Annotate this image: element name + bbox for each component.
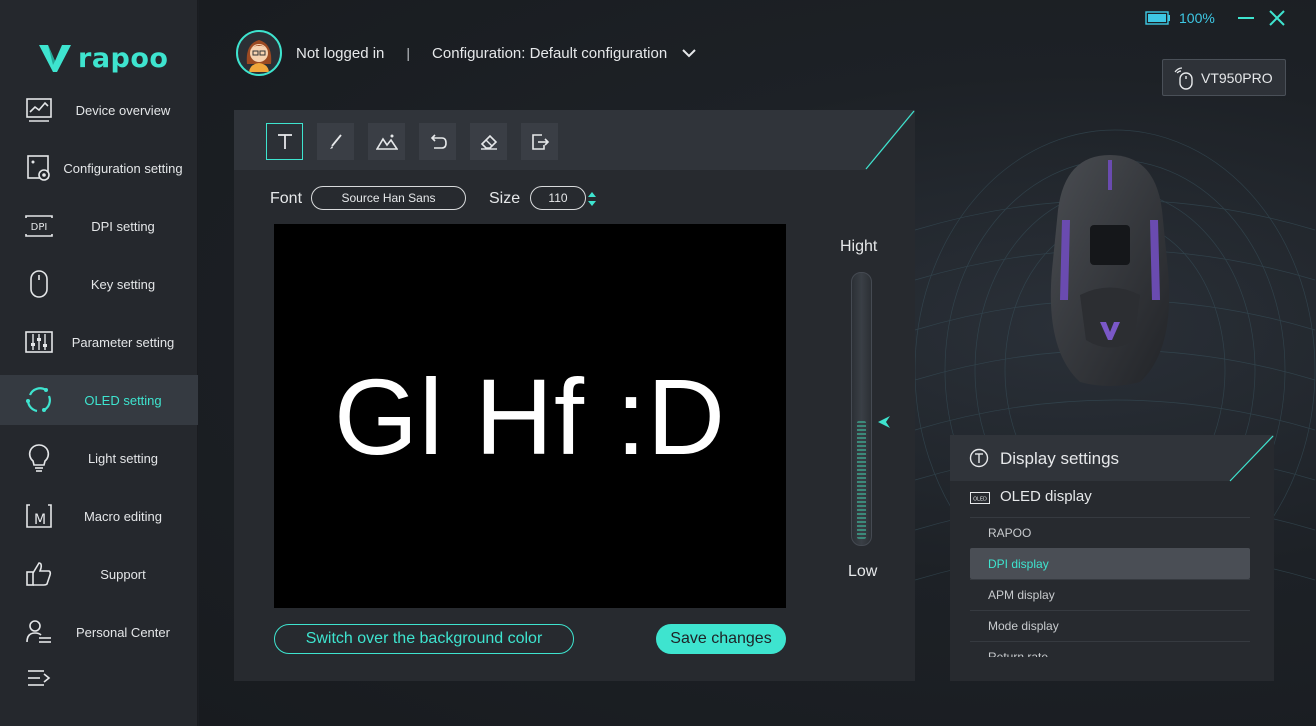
display-mode-list: RAPOO DPI display APM display Mode displ… (970, 517, 1250, 657)
display-settings-panel: Display settings OLED OLED display RAPOO… (950, 435, 1274, 681)
oled-badge-icon: OLED (970, 491, 990, 504)
brush-tool-button[interactable] (317, 123, 354, 160)
battery-percent: 100% (1179, 10, 1215, 26)
export-button[interactable] (521, 123, 558, 160)
sidebar-item-configuration[interactable]: Configuration setting (0, 143, 198, 193)
list-item-return-rate[interactable]: Return rate (970, 641, 1250, 657)
slider-handle-icon[interactable] (877, 415, 891, 429)
login-status[interactable]: Not logged in (296, 45, 384, 62)
sidebar-item-label: Macro editing (83, 508, 163, 524)
sidebar-item-parameter[interactable]: Parameter setting (0, 317, 198, 367)
font-select[interactable]: Source Han Sans (311, 186, 466, 210)
menu-collapse-icon[interactable] (26, 666, 52, 692)
sidebar-item-macro[interactable]: M Macro editing (0, 491, 198, 541)
display-settings-title: Display settings (1000, 449, 1120, 468)
chevron-down-icon[interactable] (681, 45, 697, 61)
eraser-icon (480, 134, 497, 150)
avatar-girl-icon (246, 40, 272, 72)
mouse-icon (24, 269, 54, 299)
switch-background-button[interactable]: Switch over the background color (274, 624, 574, 654)
svg-text:M: M (34, 512, 46, 528)
eraser-button[interactable] (470, 123, 507, 160)
separator: | (406, 45, 411, 61)
sidebar-item-label: Device overview (75, 102, 171, 118)
sidebar-item-support[interactable]: Support (0, 549, 198, 599)
oled-editor-panel: Font Source Han Sans Size 110 Gl Hf :D H… (234, 110, 915, 681)
brightness-slider[interactable] (851, 272, 872, 546)
sidebar-item-oled[interactable]: OLED setting (0, 375, 198, 425)
rapoo-v-icon (39, 45, 71, 72)
dpi-icon: DPI (24, 211, 54, 241)
image-tool-button[interactable] (368, 123, 405, 160)
sidebar-item-label: Light setting (87, 450, 159, 466)
configuration-selector[interactable]: Configuration: Default configuration (432, 45, 667, 62)
sidebar-item-label: Personal Center (76, 624, 170, 640)
font-label: Font (270, 190, 303, 207)
brightness-slider-fill (857, 421, 866, 539)
undo-button[interactable] (419, 123, 456, 160)
user-bar: Not logged in | Configuration: Default c… (236, 30, 697, 76)
sidebar-item-label: Parameter setting (71, 334, 175, 350)
bulb-icon (24, 443, 54, 473)
mouse-device-image (1050, 155, 1170, 386)
close-icon[interactable] (1267, 8, 1287, 28)
undo-icon (430, 133, 447, 149)
size-stepper-icon[interactable] (586, 190, 598, 208)
export-icon (531, 133, 549, 150)
device-name: VT950PRO (1201, 69, 1273, 86)
brush-icon (329, 133, 342, 149)
list-item-mode-display[interactable]: Mode display (970, 610, 1250, 641)
sidebar-item-label: Configuration setting (63, 160, 183, 176)
text-tool-button[interactable] (266, 123, 303, 160)
sliders-icon (24, 327, 54, 357)
rapoo-logo: rapoo (38, 42, 168, 74)
battery-icon (1145, 11, 1170, 25)
sidebar-item-device-overview[interactable]: Device overview (0, 85, 198, 135)
config-gear-icon (24, 153, 54, 183)
sidebar-item-label: Support (100, 566, 146, 582)
monitor-chart-icon (24, 95, 54, 125)
sidebar: rapoo Device overview Configuration sett… (0, 0, 198, 726)
oled-refresh-icon (24, 385, 54, 415)
svg-text:OLED: OLED (973, 497, 987, 503)
save-changes-button[interactable]: Save changes (656, 624, 786, 654)
minimize-icon[interactable] (1236, 8, 1256, 28)
oled-display-label: OLED display (1000, 488, 1092, 505)
sidebar-item-label: OLED setting (84, 392, 162, 408)
device-selector-button[interactable]: VT950PRO (1162, 59, 1286, 96)
size-label: Size (489, 190, 521, 207)
logo-text: rapoo (78, 42, 169, 74)
text-tool-icon (277, 133, 292, 149)
text-circle-icon (969, 448, 989, 468)
size-input[interactable]: 110 (530, 186, 586, 210)
person-list-icon (24, 617, 54, 647)
sidebar-item-dpi[interactable]: DPI DPI setting (0, 201, 198, 251)
oled-canvas[interactable]: Gl Hf :D (274, 224, 786, 608)
slider-low-label: Low (848, 563, 878, 580)
macro-icon: M (24, 501, 54, 531)
image-icon (375, 134, 398, 150)
list-item-apm-display[interactable]: APM display (970, 579, 1250, 610)
list-item-dpi-display[interactable]: DPI display (970, 548, 1250, 579)
slider-high-label: Hight (840, 238, 878, 255)
wireless-mouse-icon (1174, 66, 1193, 90)
sidebar-item-label: Key setting (90, 276, 156, 292)
battery-indicator: 100% (1145, 10, 1215, 26)
sidebar-item-light[interactable]: Light setting (0, 433, 198, 483)
canvas-text[interactable]: Gl Hf :D (334, 354, 726, 479)
svg-text:DPI: DPI (31, 222, 48, 233)
sidebar-item-personal[interactable]: Personal Center (0, 607, 198, 657)
list-item-rapoo[interactable]: RAPOO (970, 517, 1250, 548)
sidebar-item-label: DPI setting (91, 218, 155, 234)
avatar[interactable] (236, 30, 282, 76)
sidebar-item-key[interactable]: Key setting (0, 259, 198, 309)
thumbs-up-icon (24, 559, 54, 589)
